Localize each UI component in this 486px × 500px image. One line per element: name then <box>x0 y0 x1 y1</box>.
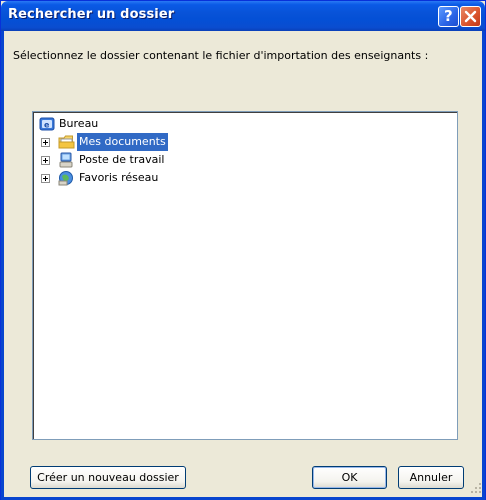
close-icon <box>464 10 477 23</box>
expand-icon[interactable] <box>41 174 50 183</box>
tree-item-label: Mes documents <box>77 133 168 151</box>
network-icon <box>58 171 73 186</box>
cancel-button[interactable]: Annuler <box>398 466 464 489</box>
tree-item-bureau[interactable]: e Bureau <box>39 115 239 133</box>
computer-icon <box>59 152 73 168</box>
dialog-title: Rechercher un dossier <box>8 7 175 22</box>
folder-tree[interactable]: e Bureau Mes documents Poste de travail <box>32 111 458 440</box>
tree-item-label: Favoris réseau <box>79 171 159 184</box>
question-mark-icon: ? <box>444 7 453 25</box>
resize-grip-icon[interactable] <box>470 482 482 494</box>
tree-item-label: Bureau <box>59 117 99 130</box>
close-button[interactable] <box>460 6 481 27</box>
new-folder-button[interactable]: Créer un nouveau dossier <box>30 466 186 489</box>
tree-item-mes-documents[interactable]: Mes documents <box>39 133 339 151</box>
svg-text:e: e <box>44 121 50 130</box>
expand-icon[interactable] <box>41 156 50 165</box>
desktop-icon: e <box>39 117 55 131</box>
window-border-right <box>482 31 485 498</box>
tree-item-label: Poste de travail <box>79 153 165 166</box>
instruction-text: Sélectionnez le dossier contenant le fic… <box>13 49 429 62</box>
window-border-left <box>1 31 4 498</box>
folder-icon <box>58 135 75 149</box>
title-bar[interactable]: Rechercher un dossier ? <box>1 1 485 31</box>
browse-folder-dialog: Rechercher un dossier ? Sélectionnez le … <box>0 0 486 500</box>
expand-icon[interactable] <box>41 138 50 147</box>
help-button[interactable]: ? <box>438 6 459 27</box>
tree-item-poste-de-travail[interactable]: Poste de travail <box>39 151 339 169</box>
ok-button[interactable]: OK <box>312 466 387 489</box>
tree-item-favoris-reseau[interactable]: Favoris réseau <box>39 169 339 187</box>
